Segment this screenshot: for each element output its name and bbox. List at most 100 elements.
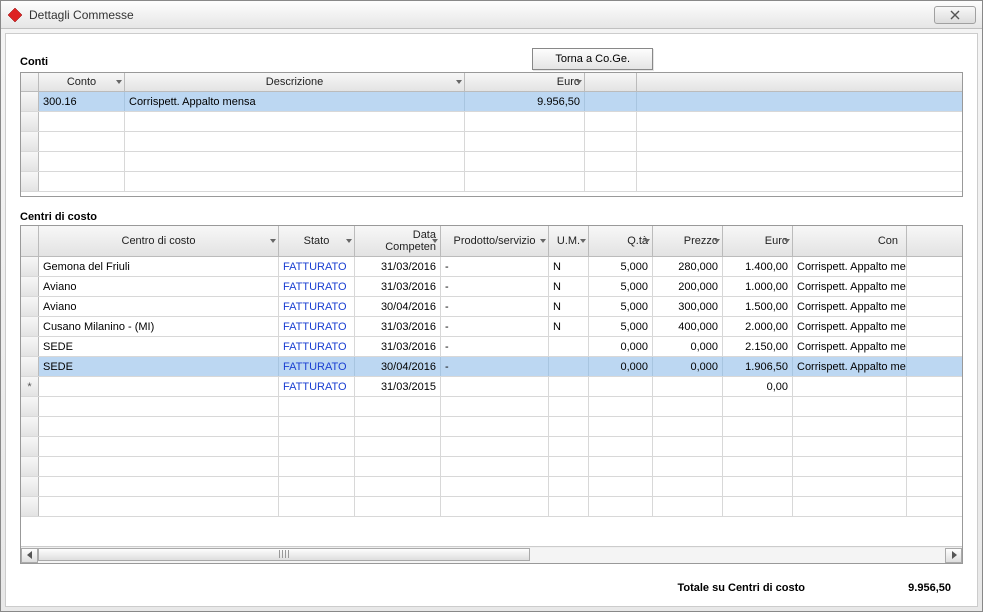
torna-button[interactable]: Torna a Co.Ge. — [532, 48, 653, 70]
cell-um[interactable]: N — [549, 277, 589, 296]
cell-data[interactable]: 30/04/2016 — [355, 297, 441, 316]
row-selector[interactable] — [21, 317, 39, 336]
cell-data[interactable]: 31/03/2016 — [355, 257, 441, 276]
cell-qta[interactable] — [589, 497, 653, 516]
col-conto[interactable]: Con — [793, 226, 907, 256]
cell-conto[interactable] — [39, 132, 125, 151]
cell-stato[interactable]: FATTURATO — [279, 377, 355, 396]
cell-prezzo[interactable] — [653, 417, 723, 436]
cell-euro[interactable]: 1.000,00 — [723, 277, 793, 296]
cell-qta[interactable] — [589, 477, 653, 496]
table-row[interactable] — [21, 132, 962, 152]
cell-prezzo[interactable] — [653, 497, 723, 516]
cell-data[interactable]: 31/03/2016 — [355, 277, 441, 296]
cell-descrizione[interactable]: Corrispett. Appalto mensa — [125, 92, 465, 111]
cell-prodotto[interactable] — [441, 477, 549, 496]
cell-centro[interactable]: Aviano — [39, 297, 279, 316]
cell-um[interactable] — [549, 497, 589, 516]
cell-data[interactable]: 31/03/2016 — [355, 337, 441, 356]
cell-centro[interactable] — [39, 437, 279, 456]
cell-data[interactable]: 31/03/2016 — [355, 317, 441, 336]
table-row[interactable]: AvianoFATTURATO30/04/2016-N5,000300,0001… — [21, 297, 962, 317]
row-selector[interactable] — [21, 297, 39, 316]
cell-euro[interactable] — [465, 172, 585, 191]
cell-prodotto[interactable] — [441, 377, 549, 396]
col-data[interactable]: Data Competen — [355, 226, 441, 256]
cell-prezzo[interactable] — [653, 377, 723, 396]
table-row[interactable]: *FATTURATO31/03/20150,00 — [21, 377, 962, 397]
cell-um[interactable] — [549, 377, 589, 396]
col-stato[interactable]: Stato — [279, 226, 355, 256]
cell-data[interactable]: 31/03/2015 — [355, 377, 441, 396]
cell-conto[interactable]: Corrispett. Appalto me — [793, 297, 907, 316]
cell-qta[interactable] — [589, 397, 653, 416]
scroll-track[interactable] — [38, 548, 945, 563]
cell-data[interactable]: 30/04/2016 — [355, 357, 441, 376]
cell-stato[interactable] — [279, 437, 355, 456]
cell-stato[interactable] — [279, 397, 355, 416]
cell-stato[interactable]: FATTURATO — [279, 297, 355, 316]
row-selector[interactable] — [21, 257, 39, 276]
cell-qta[interactable] — [589, 437, 653, 456]
cell-stato[interactable] — [279, 497, 355, 516]
cell-conto[interactable]: Corrispett. Appalto me — [793, 277, 907, 296]
cell-centro[interactable]: Gemona del Friuli — [39, 257, 279, 276]
cell-centro[interactable] — [39, 477, 279, 496]
col-prezzo[interactable]: Prezzo — [653, 226, 723, 256]
cell-stato[interactable]: FATTURATO — [279, 277, 355, 296]
cell-prezzo[interactable]: 0,000 — [653, 337, 723, 356]
cell-descrizione[interactable] — [125, 172, 465, 191]
cell-qta[interactable] — [589, 377, 653, 396]
cell-prezzo[interactable] — [653, 457, 723, 476]
cell-euro[interactable] — [465, 132, 585, 151]
grid-centri[interactable]: Centro di costo Stato Data Competen Prod… — [20, 225, 963, 564]
cell-um[interactable]: N — [549, 317, 589, 336]
cell-prodotto[interactable] — [441, 397, 549, 416]
table-row[interactable]: Gemona del FriuliFATTURATO31/03/2016-N5,… — [21, 257, 962, 277]
row-selector[interactable] — [21, 417, 39, 436]
cell-centro[interactable] — [39, 497, 279, 516]
cell-qta[interactable]: 5,000 — [589, 277, 653, 296]
cell-conto[interactable]: Corrispett. Appalto me — [793, 337, 907, 356]
cell-prodotto[interactable]: - — [441, 357, 549, 376]
cell-euro[interactable] — [723, 477, 793, 496]
cell-descrizione[interactable] — [125, 112, 465, 131]
cell-stato[interactable]: FATTURATO — [279, 317, 355, 336]
table-row[interactable] — [21, 152, 962, 172]
cell-um[interactable] — [549, 357, 589, 376]
cell-prodotto[interactable]: - — [441, 257, 549, 276]
row-selector[interactable] — [21, 457, 39, 476]
cell-data[interactable] — [355, 437, 441, 456]
cell-prezzo[interactable]: 0,000 — [653, 357, 723, 376]
cell-conto[interactable] — [793, 457, 907, 476]
col-qta[interactable]: Q.tà — [589, 226, 653, 256]
cell-prezzo[interactable]: 400,000 — [653, 317, 723, 336]
table-row[interactable]: SEDEFATTURATO31/03/2016-0,0000,0002.150,… — [21, 337, 962, 357]
cell-euro[interactable] — [465, 112, 585, 131]
cell-prezzo[interactable]: 300,000 — [653, 297, 723, 316]
cell-conto[interactable]: 300.16 — [39, 92, 125, 111]
cell-um[interactable] — [549, 437, 589, 456]
cell-stato[interactable]: FATTURATO — [279, 357, 355, 376]
cell-centro[interactable] — [39, 377, 279, 396]
cell-euro[interactable] — [723, 397, 793, 416]
table-row[interactable] — [21, 457, 962, 477]
cell-um[interactable] — [549, 337, 589, 356]
cell-prodotto[interactable] — [441, 457, 549, 476]
row-selector[interactable] — [21, 397, 39, 416]
cell-euro[interactable] — [723, 497, 793, 516]
cell-qta[interactable] — [589, 457, 653, 476]
cell-prezzo[interactable] — [653, 397, 723, 416]
cell-centro[interactable]: Cusano Milanino - (MI) — [39, 317, 279, 336]
col-euro[interactable]: Euro — [723, 226, 793, 256]
table-row[interactable] — [21, 397, 962, 417]
cell-um[interactable] — [549, 457, 589, 476]
cell-euro[interactable]: 9.956,50 — [465, 92, 585, 111]
cell-qta[interactable]: 5,000 — [589, 317, 653, 336]
col-conto[interactable]: Conto — [39, 73, 125, 91]
scroll-thumb[interactable] — [38, 548, 530, 561]
row-selector[interactable] — [21, 92, 39, 111]
cell-prodotto[interactable]: - — [441, 277, 549, 296]
table-row[interactable] — [21, 477, 962, 497]
row-selector[interactable] — [21, 172, 39, 191]
